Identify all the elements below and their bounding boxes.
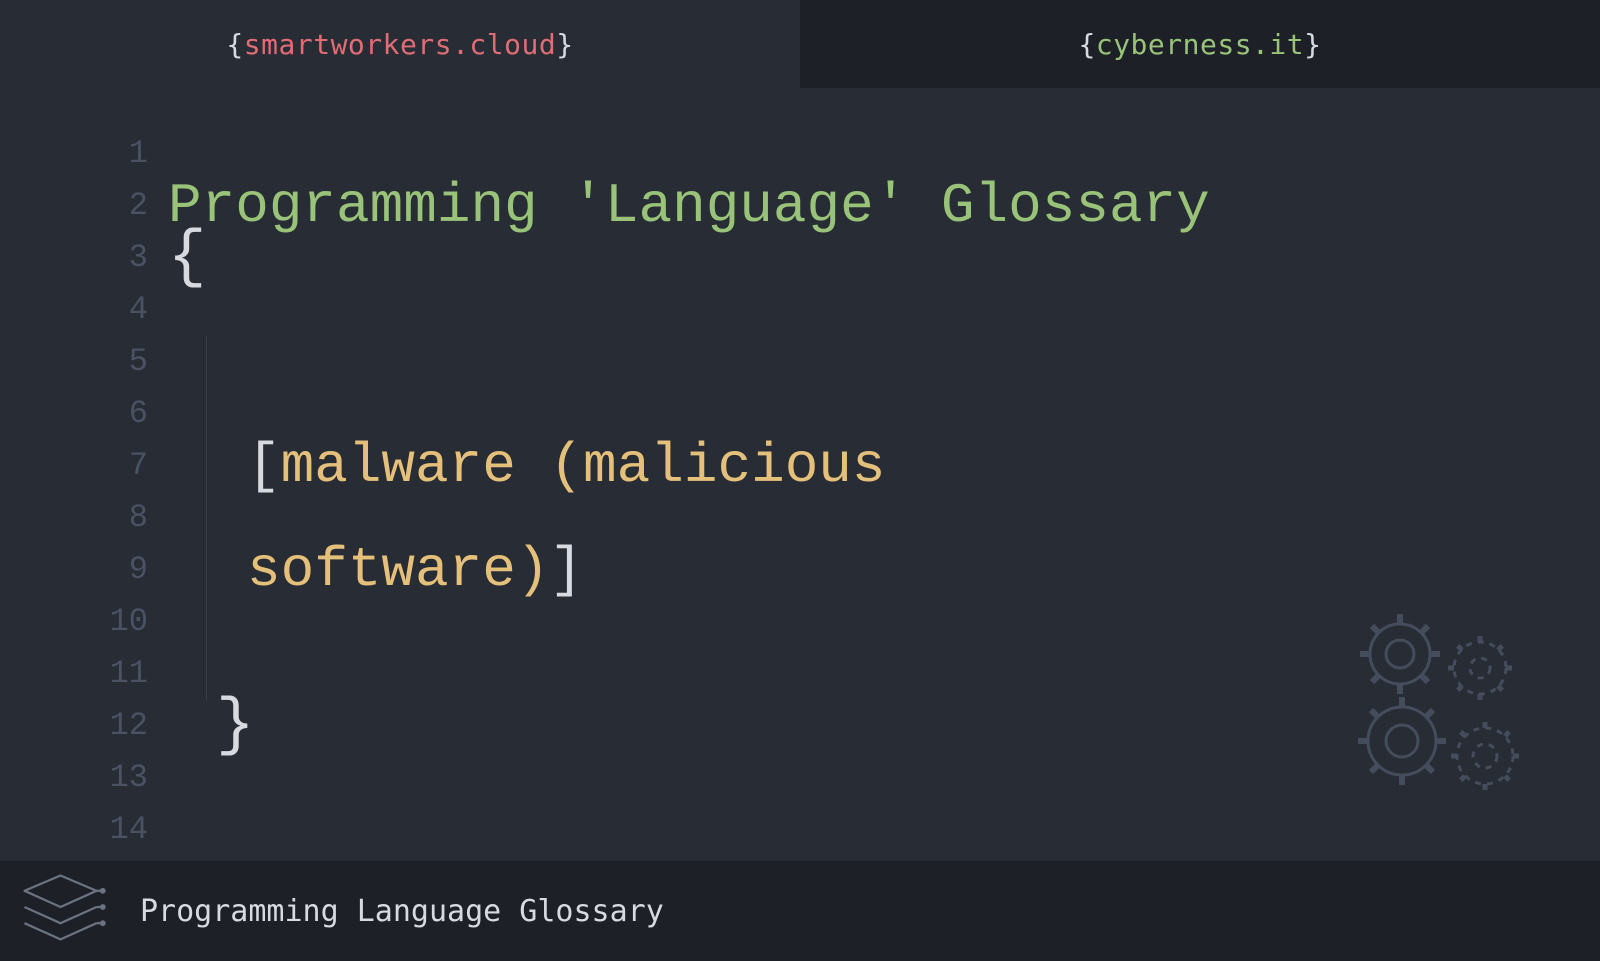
term-text: software) [247, 544, 549, 596]
close-bracket: ] [549, 544, 583, 596]
line-number: 10 [0, 596, 148, 648]
line-number: 3 [0, 232, 148, 284]
tab-bar: {smartworkers.cloud} {cyberness.it} [0, 0, 1600, 88]
tab-smartworkers[interactable]: {smartworkers.cloud} [0, 0, 800, 88]
line-number: 11 [0, 648, 148, 700]
brace-close: } [1304, 28, 1321, 61]
line-number: 12 [0, 700, 148, 752]
indent-guide [206, 336, 207, 388]
line-number: 4 [0, 284, 148, 336]
open-brace: { [168, 232, 1600, 284]
indent-guide [206, 440, 207, 492]
glossary-title: Programming 'Language' Glossary [168, 180, 1600, 232]
status-bar: Programming Language Glossary [0, 861, 1600, 961]
line-number: 6 [0, 388, 148, 440]
indent-guide [206, 596, 207, 648]
indent-guide [206, 388, 207, 440]
line-number: 8 [0, 492, 148, 544]
line-number: 9 [0, 544, 148, 596]
brace-close: } [556, 28, 573, 61]
line-number: 2 [0, 180, 148, 232]
term-text: malware (malicious [281, 440, 886, 492]
tab-cyberness[interactable]: {cyberness.it} [800, 0, 1600, 88]
line-number: 13 [0, 752, 148, 804]
indent-guide [206, 492, 207, 544]
footer-title: Programming Language Glossary [140, 894, 664, 929]
tab-label-right: cyberness.it [1096, 28, 1304, 61]
line-gutter: 1 2 3 4 5 6 7 8 9 10 11 12 13 14 [0, 128, 168, 858]
line-number: 14 [0, 804, 148, 856]
tab-label-left: smartworkers.cloud [244, 28, 556, 61]
open-bracket: [ [247, 440, 281, 492]
brace-open: { [1078, 28, 1095, 61]
line-number: 1 [0, 128, 148, 180]
indent-guide [206, 648, 207, 700]
line-number: 5 [0, 336, 148, 388]
line-number: 7 [0, 440, 148, 492]
gears-icon [1340, 606, 1540, 806]
layers-icon [20, 871, 110, 951]
indent-guide [206, 544, 207, 596]
brace-open: { [226, 28, 243, 61]
